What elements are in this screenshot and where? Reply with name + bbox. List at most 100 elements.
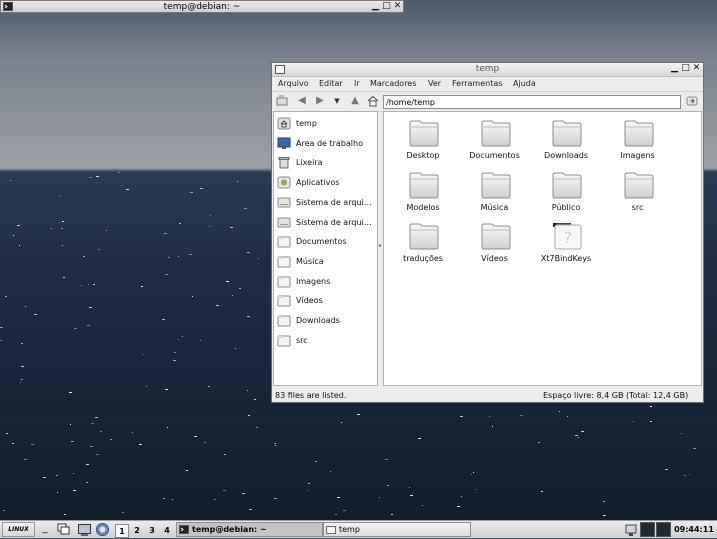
file-item-label: Vídeos [481, 254, 508, 263]
folder-icon [326, 526, 336, 534]
file-item[interactable]: Downloads [531, 116, 601, 164]
menu-ir[interactable]: Ir [354, 79, 360, 88]
sidebar-item-label: src [296, 335, 308, 345]
sidebar-item[interactable]: Vídeos [276, 293, 376, 309]
sidebar-item[interactable]: Música [276, 254, 376, 270]
sidebar-item[interactable]: Imagens [276, 274, 376, 290]
folder-icon [277, 315, 291, 327]
sidebar-item[interactable]: Aplicativos [276, 175, 376, 191]
menu-arquivo[interactable]: Arquivo [278, 79, 309, 88]
back-button[interactable]: ◀ [296, 95, 308, 107]
close-button[interactable]: ✕ [393, 2, 402, 11]
folder-icon [624, 172, 653, 198]
file-item[interactable]: Vídeos [460, 219, 530, 267]
sidebar-item-label: Sistema de arqui… [296, 197, 372, 207]
menu-marcadores[interactable]: Marcadores [370, 79, 416, 88]
menu-ajuda[interactable]: Ajuda [513, 79, 536, 88]
browser-launcher-icon[interactable] [95, 522, 110, 537]
desktop-4-button[interactable]: 4 [160, 524, 174, 538]
cpu-monitor [640, 522, 655, 537]
go-button[interactable] [686, 95, 698, 107]
file-item[interactable]: Documentos [460, 116, 530, 164]
network-icon[interactable] [623, 522, 639, 537]
new-tab-icon[interactable] [276, 95, 288, 107]
memory-monitor [656, 522, 671, 537]
window-list-icon[interactable] [56, 522, 71, 537]
drive-icon [277, 197, 291, 208]
history-dropdown-icon[interactable]: ▼ [331, 95, 343, 107]
folder-icon [277, 236, 291, 248]
folder-icon [409, 172, 439, 198]
file-item[interactable]: Modelos [388, 168, 458, 216]
sidebar-item[interactable]: src [276, 333, 376, 349]
menu-editar[interactable]: Editar [319, 79, 343, 88]
file-item[interactable]: ? Xt7BindKeys [531, 219, 601, 267]
file-item[interactable]: Desktop [388, 116, 458, 164]
file-item[interactable]: traduções [388, 219, 458, 267]
sidebar-item[interactable]: Documentos [276, 234, 376, 250]
sidebar-item[interactable]: Sistema de arqui… [276, 215, 376, 231]
file-item-label: src [631, 202, 644, 212]
file-item-label: traduções [403, 254, 443, 263]
file-view: Desktop Documentos Downloads Imagens Modelos… [383, 111, 702, 386]
sidebar-item-label: Downloads [296, 316, 340, 325]
file-item[interactable]: Imagens [603, 116, 673, 164]
file-item-label: Downloads [544, 151, 588, 160]
minimize-button[interactable]: ▁ [670, 64, 679, 73]
task-terminal[interactable]: temp@debian: ~ [176, 522, 323, 537]
sidebar-item-label: Vídeos [296, 296, 323, 306]
toolbar: ◀ ▶ ▼ ▲ /home/temp [272, 92, 703, 112]
sidebar-item-label: Aplicativos [296, 178, 340, 188]
maximize-button[interactable]: □ [382, 2, 391, 11]
maximize-button[interactable]: □ [681, 64, 690, 73]
desktop-pager: 1 2 3 4 [113, 522, 175, 538]
desktop-3-button[interactable]: 3 [145, 524, 159, 538]
file-item-label: Música [480, 202, 509, 212]
sidebar-item[interactable]: temp [276, 116, 376, 132]
file-item[interactable]: src [603, 168, 673, 216]
unknown-file-icon: ? [553, 223, 582, 250]
file-item[interactable]: Música [460, 168, 530, 216]
iconify-all-icon[interactable]: _ [38, 522, 52, 537]
folder-icon [481, 172, 510, 198]
forward-button[interactable]: ▶ [314, 95, 326, 107]
sidebar-item-label: temp [296, 119, 317, 128]
folder-icon [409, 120, 439, 147]
sidebar-item[interactable]: Sistema de arqui… [276, 195, 376, 211]
status-bar: 83 files are listed. Espaço livre: 8,4 G… [272, 388, 703, 402]
sidebar-item[interactable]: Área de trabalho [276, 136, 376, 152]
drive-icon [277, 217, 291, 227]
up-button[interactable]: ▲ [349, 95, 361, 107]
folder-icon [552, 120, 582, 147]
menu-ferramentas[interactable]: Ferramentas [452, 79, 502, 88]
file-item-label: Desktop [406, 151, 440, 160]
task-file-manager[interactable]: temp [323, 522, 471, 537]
menu-ver[interactable]: Ver [428, 79, 441, 88]
home-icon [277, 117, 291, 130]
folder-icon [481, 120, 510, 147]
sidebar-item[interactable]: Lixeira [276, 155, 376, 171]
status-free-space: Espaço livre: 8,4 GB (Total: 12,4 GB) [543, 391, 689, 400]
folder-icon [277, 276, 291, 288]
sidebar-item-label: Imagens [296, 276, 331, 286]
home-icon[interactable] [367, 95, 379, 107]
close-button[interactable]: ✕ [692, 64, 701, 73]
sidebar-item[interactable]: Downloads [276, 313, 376, 329]
sidebar-item-label: Documentos [296, 237, 347, 247]
terminal-window-titlebar[interactable]: temp@debian: ~ ▁ □ ✕ [0, 0, 404, 13]
terminal-launcher-icon[interactable] [77, 522, 92, 537]
clock[interactable]: 09:44:11 [673, 522, 715, 537]
desktop-2-button[interactable]: 2 [130, 524, 144, 538]
task-label: temp [339, 525, 360, 534]
start-menu-button[interactable]: LINUX [2, 522, 35, 537]
folder-icon [277, 256, 291, 268]
applications-icon [277, 176, 291, 189]
desktop-1-button[interactable]: 1 [115, 524, 129, 538]
file-item[interactable]: Público [531, 168, 601, 216]
window-titlebar[interactable]: temp ▁ □ ✕ [272, 63, 703, 77]
file-item-label: Xt7BindKeys [540, 254, 592, 263]
minimize-button[interactable]: ▁ [371, 2, 380, 11]
window-title: temp [475, 64, 500, 74]
address-bar[interactable]: /home/temp [383, 95, 681, 109]
file-item-label: Modelos [406, 202, 440, 212]
